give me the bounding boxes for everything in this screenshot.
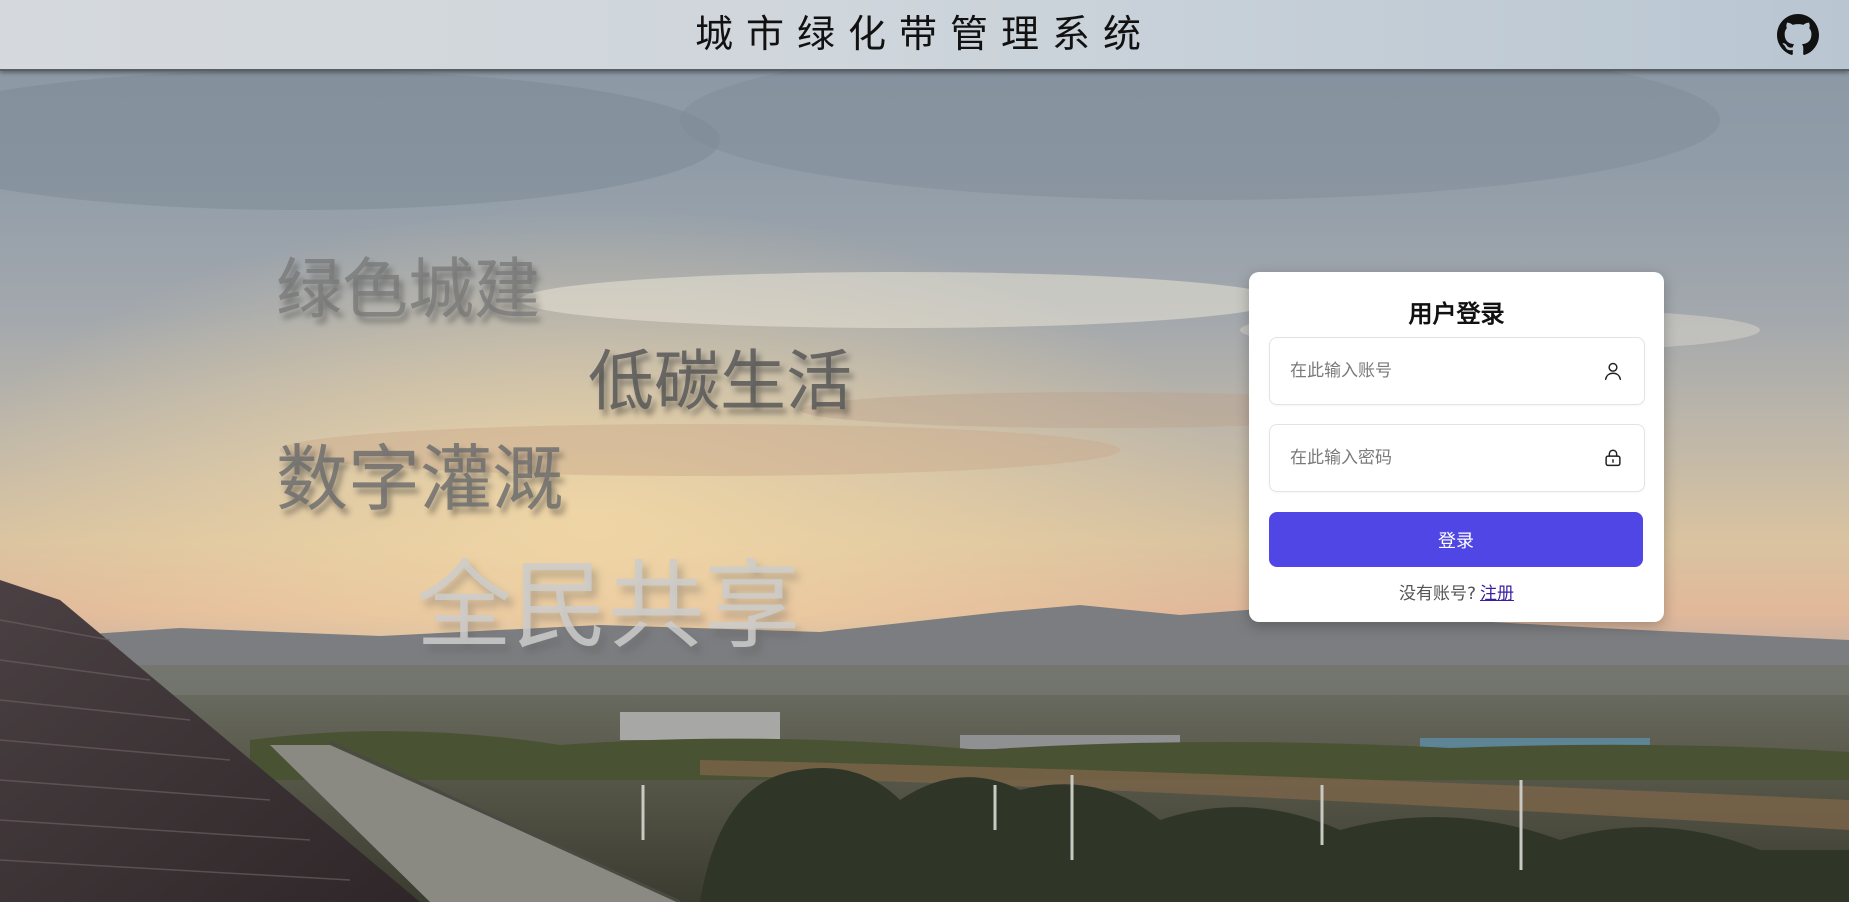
login-page: 城市绿化带管理系统 绿色城建 低碳生活 数字灌溉 全民共享 用户登录 在此输入账… — [0, 0, 1849, 902]
register-prompt: 没有账号? 注册 — [1249, 579, 1664, 604]
username-field[interactable] — [1269, 337, 1645, 405]
username-input[interactable] — [1288, 338, 1592, 404]
login-title: 用户登录 — [1408, 300, 1505, 328]
login-card: 用户登录 登录 没有账号?注册 — [1249, 272, 1664, 622]
login-button[interactable]: 登录 — [1269, 512, 1643, 567]
top-header-bar: 城市绿化带管理系统 — [0, 0, 1849, 71]
slogan-low-carbon: 低碳生活 — [588, 343, 852, 420]
password-field[interactable] — [1269, 424, 1645, 492]
lock-icon — [1602, 447, 1624, 469]
user-icon — [1602, 360, 1624, 382]
system-title: 城市绿化带管理系统 — [694, 12, 1154, 56]
slogan-green-city: 绿色城建 — [276, 251, 540, 328]
slogan-shared-by-all: 全民共享 — [416, 550, 800, 662]
github-icon[interactable] — [1777, 14, 1819, 56]
slogan-digital-irrigation: 数字灌溉 — [276, 437, 565, 521]
password-input[interactable] — [1288, 425, 1592, 491]
register-link[interactable]: 注册 — [1480, 584, 1514, 604]
no-account-text: 没有账号? — [1398, 584, 1477, 604]
